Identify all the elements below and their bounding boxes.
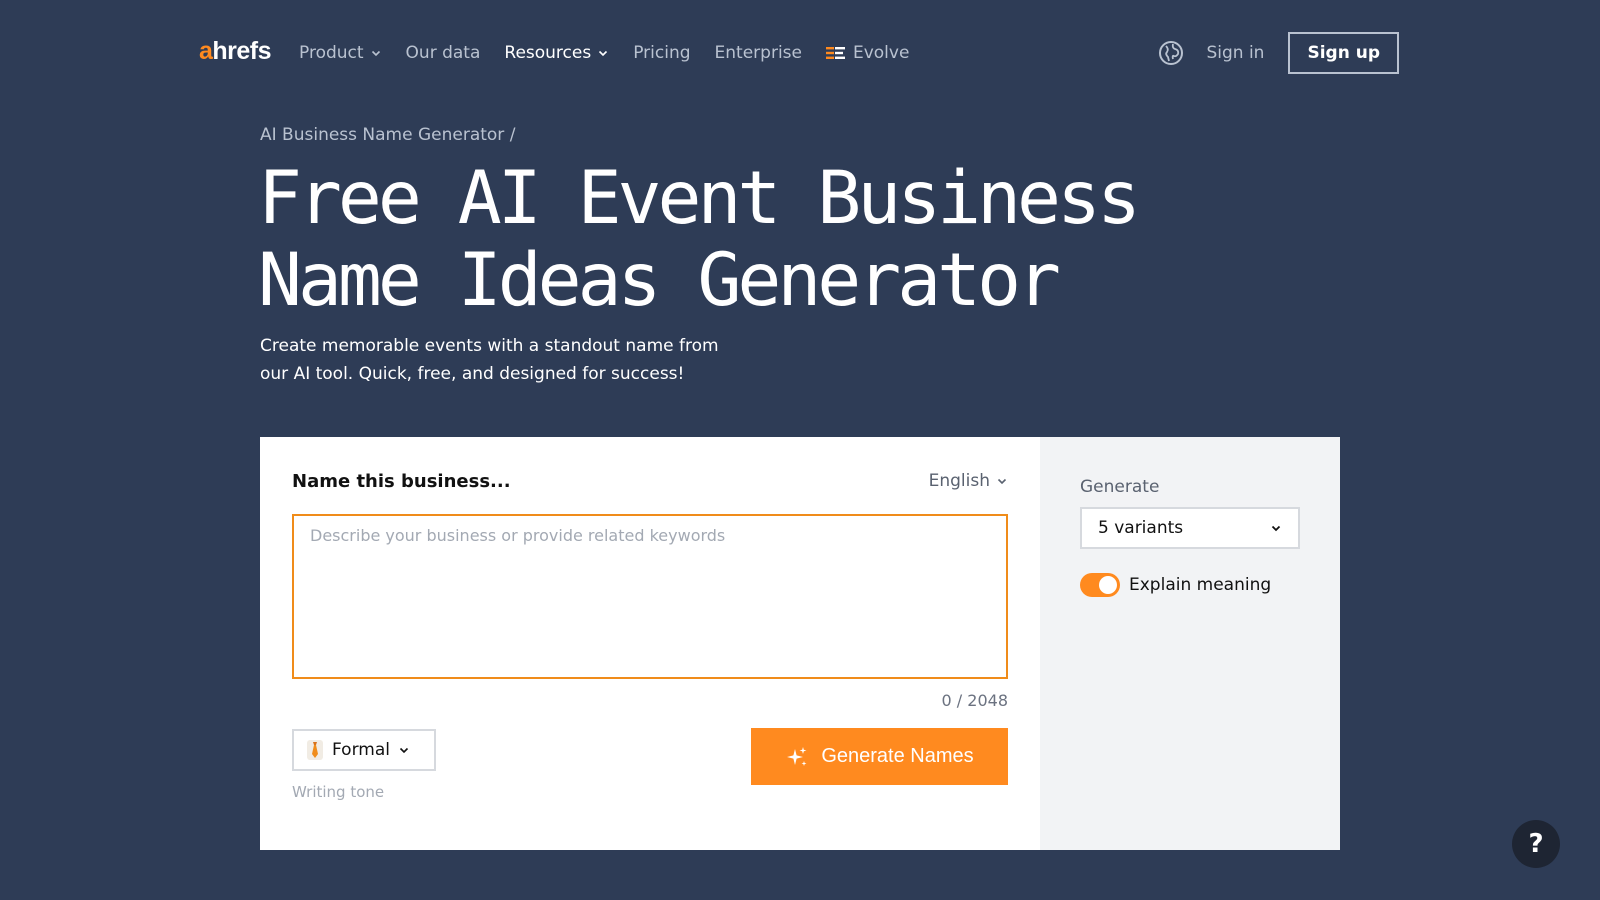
nav-item-label: Evolve	[852, 43, 910, 63]
main-menu: Product Our data Resources Pricing Enter…	[299, 40, 909, 66]
nav-actions: Sign in Sign up	[1158, 32, 1399, 74]
sparkle-icon	[787, 746, 807, 766]
nav-item-evolve[interactable]: Evolve	[825, 43, 910, 63]
business-description-input[interactable]	[292, 514, 1008, 679]
ahrefs-logo[interactable]: ahrefs	[199, 36, 272, 66]
chevron-down-icon	[399, 747, 409, 754]
settings-panel: Generate 5 variants Explain meaning	[1040, 437, 1340, 850]
logo-text: hrefs	[212, 37, 272, 65]
nav-item-resources[interactable]: Resources	[504, 43, 609, 63]
explain-meaning-toggle[interactable]	[1080, 573, 1120, 597]
explain-meaning-toggle-row[interactable]: Explain meaning	[1080, 573, 1271, 597]
chevron-down-icon	[599, 50, 608, 57]
toggle-knob	[1099, 576, 1117, 594]
writing-tone-value: Formal	[332, 740, 390, 760]
page-title-line-2: Name Ideas Generator	[258, 238, 1061, 323]
variants-value: 5 variants	[1098, 518, 1184, 538]
business-field-label: Name this business...	[292, 471, 511, 492]
page-title-line-1: Free AI Event Business	[258, 156, 1141, 241]
chevron-down-icon	[1271, 525, 1281, 532]
character-counter: 0 / 2048	[941, 691, 1008, 710]
page-subtitle: Create memorable events with a standout …	[260, 332, 730, 388]
writing-tone-hint: Writing tone	[292, 783, 385, 801]
sign-in-link[interactable]: Sign in	[1206, 43, 1264, 63]
language-value: English	[928, 471, 990, 491]
top-navigation: ahrefs Product Our data Resources Pricin…	[0, 0, 1600, 108]
help-button[interactable]: ?	[1512, 820, 1560, 868]
generate-names-label: Generate Names	[821, 745, 974, 767]
generator-form: Name this business... English 0 / 2048 F…	[260, 437, 1040, 850]
nav-item-product[interactable]: Product	[299, 43, 382, 63]
nav-item-our-data[interactable]: Our data	[406, 43, 481, 63]
sign-up-button[interactable]: Sign up	[1288, 32, 1399, 74]
evolve-logo-icon	[825, 47, 845, 59]
logo-accent-letter: a	[199, 37, 213, 65]
page-title: Free AI Event Business Name Ideas Genera…	[258, 158, 1258, 322]
generator-card: Name this business... English 0 / 2048 F…	[260, 437, 1340, 850]
necktie-icon	[307, 740, 323, 760]
nav-item-label: Resources	[504, 43, 592, 63]
subtitle-line-2: our AI tool. Quick, free, and designed f…	[260, 364, 685, 384]
variants-select[interactable]: 5 variants	[1080, 507, 1300, 549]
writing-tone-select[interactable]: Formal	[292, 729, 436, 771]
chevron-down-icon	[997, 478, 1007, 485]
nav-item-label: Pricing	[633, 43, 691, 63]
nav-item-label: Product	[299, 43, 364, 63]
explain-meaning-label: Explain meaning	[1129, 575, 1272, 595]
subtitle-line-1: Create memorable events with a standout …	[260, 336, 719, 356]
language-select[interactable]: English	[929, 471, 1008, 491]
chevron-down-icon	[371, 50, 380, 57]
nav-item-pricing[interactable]: Pricing	[633, 43, 690, 63]
nav-item-enterprise[interactable]: Enterprise	[715, 43, 802, 63]
breadcrumb[interactable]: AI Business Name Generator /	[260, 125, 515, 145]
nav-item-label: Enterprise	[714, 43, 802, 63]
nav-item-label: Our data	[405, 43, 481, 63]
generate-names-button[interactable]: Generate Names	[751, 728, 1008, 785]
generate-count-label: Generate	[1080, 477, 1160, 497]
globe-icon[interactable]	[1158, 40, 1184, 66]
